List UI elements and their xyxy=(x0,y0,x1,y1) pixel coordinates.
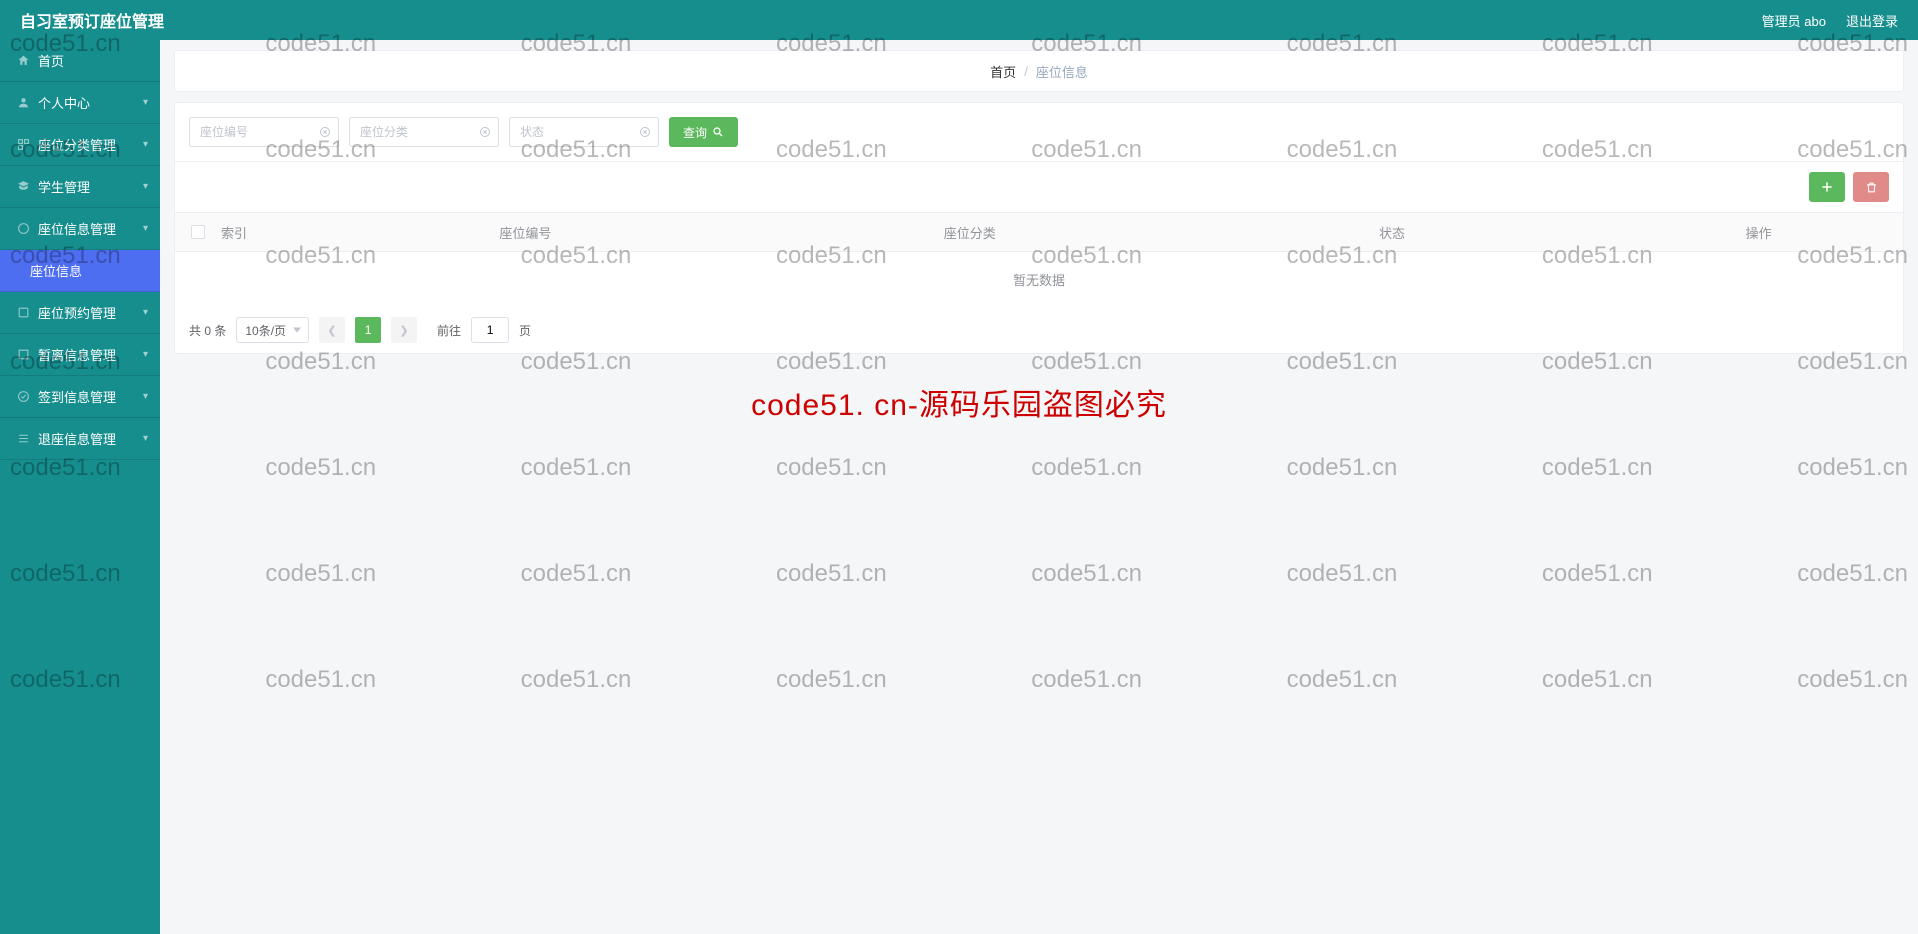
category-icon xyxy=(16,138,30,152)
seat-code-input[interactable] xyxy=(189,117,339,147)
seat-code-field-wrap xyxy=(189,117,339,147)
sidebar-item-label: 退座信息管理 xyxy=(38,429,116,448)
logout-link[interactable]: 退出登录 xyxy=(1846,11,1898,30)
header-right: 管理员 abo 退出登录 xyxy=(1762,11,1898,30)
chevron-down-icon: ▾ xyxy=(143,97,148,108)
page-size-value: 10条/页 xyxy=(245,322,286,339)
sidebar-item-checkin[interactable]: 签到信息管理 ▾ xyxy=(0,376,160,418)
booking-icon xyxy=(16,306,30,320)
sidebar-item-seat-info-sub[interactable]: 座位信息 xyxy=(0,250,160,292)
th-operate: 操作 xyxy=(1614,223,1903,242)
th-seat-cat: 座位分类 xyxy=(770,223,1170,242)
th-seat-code: 座位编号 xyxy=(281,223,770,242)
chevron-down-icon: ▾ xyxy=(143,307,148,318)
status-input[interactable] xyxy=(509,117,659,147)
sidebar-item-student[interactable]: 学生管理 ▾ xyxy=(0,166,160,208)
sidebar-item-label: 座位预约管理 xyxy=(38,303,116,322)
exit-icon xyxy=(16,432,30,446)
sidebar-item-seat-info[interactable]: 座位信息管理 ▾ xyxy=(0,208,160,250)
sidebar-item-home[interactable]: 首页 xyxy=(0,40,160,82)
select-all-checkbox[interactable] xyxy=(191,225,205,239)
user-icon xyxy=(16,96,30,110)
chevron-down-icon: ▾ xyxy=(143,223,148,234)
seat-cat-input[interactable] xyxy=(349,117,499,147)
sidebar-item-exit[interactable]: 退座信息管理 ▾ xyxy=(0,418,160,460)
toolbar xyxy=(175,162,1903,212)
sidebar-item-label: 学生管理 xyxy=(38,177,90,196)
sidebar-item-label: 暂离信息管理 xyxy=(38,345,116,364)
user-label[interactable]: 管理员 abo xyxy=(1762,11,1826,30)
seat-icon xyxy=(16,222,30,236)
sidebar-item-label: 首页 xyxy=(38,51,64,70)
pagination-total: 共 0 条 xyxy=(189,322,226,339)
sidebar-item-profile[interactable]: 个人中心 ▾ xyxy=(0,82,160,124)
chevron-down-icon: ▾ xyxy=(143,433,148,444)
next-page-button[interactable]: ❯ xyxy=(391,317,417,343)
th-checkbox xyxy=(175,225,221,239)
th-index: 索引 xyxy=(221,223,281,242)
plus-icon xyxy=(1820,180,1834,194)
sidebar-item-label: 个人中心 xyxy=(38,93,90,112)
sidebar-item-booking[interactable]: 座位预约管理 ▾ xyxy=(0,292,160,334)
sidebar-item-leave[interactable]: 暂离信息管理 ▾ xyxy=(0,334,160,376)
data-table: 索引 座位编号 座位分类 状态 操作 暂无数据 xyxy=(175,212,1903,307)
query-button-label: 查询 xyxy=(683,124,707,141)
page-number-1[interactable]: 1 xyxy=(355,317,381,343)
search-bar: 查询 xyxy=(175,103,1903,162)
sidebar-item-label: 签到信息管理 xyxy=(38,387,116,406)
checkin-icon xyxy=(16,390,30,404)
add-button[interactable] xyxy=(1809,172,1845,202)
chevron-down-icon: ▾ xyxy=(143,349,148,360)
app-header: 自习室预订座位管理 管理员 abo 退出登录 xyxy=(0,0,1918,40)
breadcrumb-sep: / xyxy=(1024,64,1028,79)
breadcrumb-home[interactable]: 首页 xyxy=(990,62,1016,81)
pagination: 共 0 条 10条/页 ❮ 1 ❯ 前往 页 xyxy=(175,307,1903,353)
leave-icon xyxy=(16,348,30,362)
sidebar-item-label: 座位信息 xyxy=(30,261,82,280)
chevron-left-icon: ❮ xyxy=(327,324,336,337)
trash-icon xyxy=(1865,181,1878,194)
goto-prefix: 前往 xyxy=(437,322,461,339)
seat-cat-field-wrap xyxy=(349,117,499,147)
query-button[interactable]: 查询 xyxy=(669,117,738,147)
sidebar-item-label: 座位分类管理 xyxy=(38,135,116,154)
search-icon xyxy=(712,126,724,138)
goto-page-input[interactable] xyxy=(471,317,509,343)
page-size-select[interactable]: 10条/页 xyxy=(236,317,309,343)
content-card: 查询 xyxy=(174,102,1904,354)
chevron-down-icon: ▾ xyxy=(143,391,148,402)
app-title: 自习室预订座位管理 xyxy=(20,8,164,32)
chevron-right-icon: ❯ xyxy=(399,324,408,337)
delete-button[interactable] xyxy=(1853,172,1889,202)
goto-suffix: 页 xyxy=(519,322,531,339)
sidebar: 首页 个人中心 ▾ 座位分类管理 ▾ xyxy=(0,40,160,934)
table-empty-text: 暂无数据 xyxy=(175,252,1903,307)
breadcrumb: 首页 / 座位信息 xyxy=(175,51,1903,91)
table-header: 索引 座位编号 座位分类 状态 操作 xyxy=(175,212,1903,252)
sidebar-item-label: 座位信息管理 xyxy=(38,219,116,238)
breadcrumb-card: 首页 / 座位信息 xyxy=(174,50,1904,92)
student-icon xyxy=(16,180,30,194)
main-content: 首页 / 座位信息 xyxy=(160,40,1918,934)
sidebar-item-seat-category[interactable]: 座位分类管理 ▾ xyxy=(0,124,160,166)
prev-page-button[interactable]: ❮ xyxy=(319,317,345,343)
th-status: 状态 xyxy=(1170,223,1614,242)
breadcrumb-current: 座位信息 xyxy=(1036,62,1088,81)
chevron-down-icon: ▾ xyxy=(143,139,148,150)
status-field-wrap xyxy=(509,117,659,147)
chevron-down-icon: ▾ xyxy=(143,181,148,192)
home-icon xyxy=(16,54,30,68)
